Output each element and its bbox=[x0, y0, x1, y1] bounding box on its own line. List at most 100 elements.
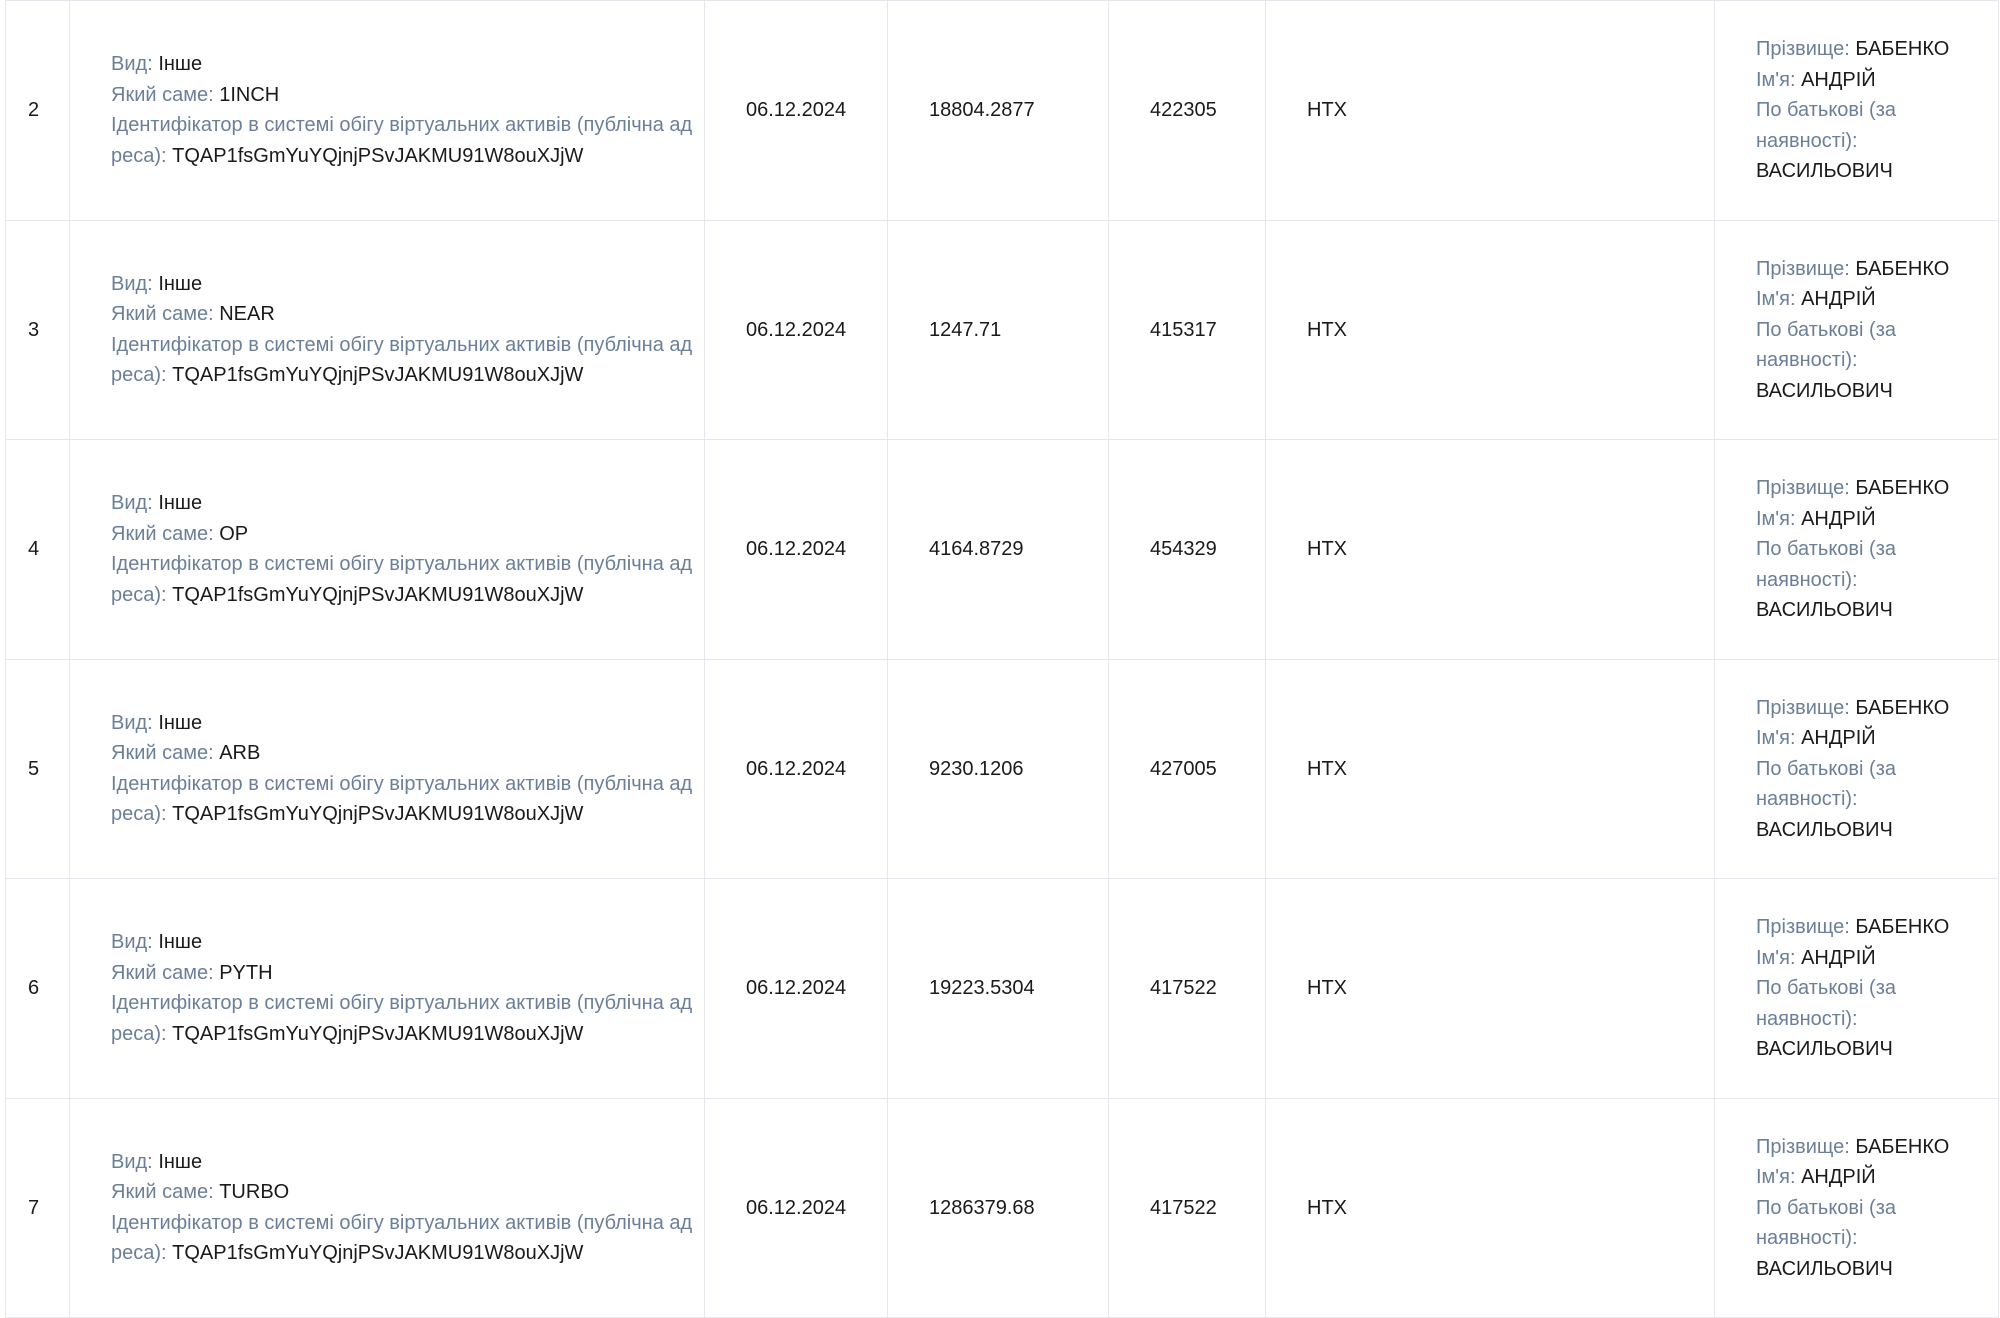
exchange-name: HTX bbox=[1265, 219, 1715, 440]
acquisition-date: 06.12.2024 bbox=[704, 878, 888, 1099]
kind-label: Вид: bbox=[111, 53, 153, 76]
asset-cost: 417522 bbox=[1108, 1097, 1266, 1318]
kind-label: Вид: bbox=[111, 272, 153, 295]
table-row: 7 Вид: Інше Який саме: TURBO Ідентифікат… bbox=[5, 1097, 1999, 1318]
row-number: 5 bbox=[5, 658, 70, 879]
acquisition-date: 06.12.2024 bbox=[704, 219, 888, 440]
asset-name: OP bbox=[219, 522, 249, 545]
acquisition-date: 06.12.2024 bbox=[704, 0, 888, 221]
asset-which-line: Який саме: ARB bbox=[111, 738, 694, 769]
name-label: Ім'я: bbox=[1756, 68, 1796, 91]
asset-amount: 1286379.68 bbox=[887, 1097, 1109, 1318]
name-value: АНДРІЙ bbox=[1801, 507, 1876, 530]
exchange-name: HTX bbox=[1265, 0, 1715, 221]
patronymic-value: ВАСИЛЬОВИЧ bbox=[1756, 379, 1893, 402]
surname-label: Прізвище: bbox=[1756, 916, 1850, 938]
surname-line: Прізвище: БАБЕНКО bbox=[1756, 693, 1978, 724]
acquisition-date: 06.12.2024 bbox=[704, 658, 888, 879]
surname-line: Прізвище: БАБЕНКО bbox=[1756, 912, 1978, 943]
asset-description-cell: Вид: Інше Який саме: ARB Ідентифікатор в… bbox=[69, 658, 705, 879]
name-label: Ім'я: bbox=[1756, 288, 1796, 310]
kind-label: Вид: bbox=[111, 492, 153, 515]
surname-line: Прізвище: БАБЕНКО bbox=[1756, 254, 1978, 285]
table-row: 5 Вид: Інше Який саме: ARB Ідентифікатор… bbox=[5, 658, 1999, 879]
asset-description-cell: Вид: Інше Який саме: 1INCH Ідентифікатор… bbox=[69, 0, 705, 221]
asset-description-cell: Вид: Інше Який саме: PYTH Ідентифікатор … bbox=[69, 878, 705, 1099]
surname-label: Прізвище: bbox=[1756, 1135, 1850, 1158]
kind-value: Інше bbox=[158, 272, 203, 295]
name-label: Ім'я: bbox=[1756, 946, 1796, 969]
surname-label: Прізвище: bbox=[1756, 477, 1850, 499]
public-address: TQAP1fsGmYuYQjnjPSvJAKMU91W8ouXJjW bbox=[172, 144, 584, 167]
patronymic-label: По батькові (за наявності): bbox=[1756, 99, 1896, 152]
asset-description-cell: Вид: Інше Який саме: OP Ідентифікатор в … bbox=[69, 439, 705, 660]
exchange-name: HTX bbox=[1265, 439, 1715, 660]
name-label: Ім'я: bbox=[1756, 1166, 1796, 1188]
which-label: Який саме: bbox=[111, 303, 214, 326]
name-value: АНДРІЙ bbox=[1801, 1166, 1876, 1188]
kind-label: Вид: bbox=[111, 711, 153, 734]
surname-label: Прізвище: bbox=[1756, 696, 1850, 719]
public-address: TQAP1fsGmYuYQjnjPSvJAKMU91W8ouXJjW bbox=[172, 583, 584, 606]
name-line: Ім'я: АНДРІЙ bbox=[1756, 504, 1978, 535]
patronymic-value: ВАСИЛЬОВИЧ bbox=[1756, 818, 1893, 841]
asset-address-line: Ідентифікатор в системі обігу віртуальни… bbox=[111, 330, 694, 391]
name-line: Ім'я: АНДРІЙ bbox=[1756, 723, 1978, 754]
owner-cell: Прізвище: БАБЕНКО Ім'я: АНДРІЙ По батько… bbox=[1714, 219, 1999, 440]
asset-address-line: Ідентифікатор в системі обігу віртуальни… bbox=[111, 110, 694, 171]
table-row: 2 Вид: Інше Який саме: 1INCH Ідентифікат… bbox=[5, 0, 1999, 221]
kind-value: Інше bbox=[158, 711, 203, 734]
patronymic-line: По батькові (за наявності): ВАСИЛЬОВИЧ bbox=[1756, 95, 1978, 187]
which-label: Який саме: bbox=[111, 961, 214, 984]
exchange-name: HTX bbox=[1265, 1097, 1715, 1318]
name-line: Ім'я: АНДРІЙ bbox=[1756, 943, 1978, 974]
asset-address-line: Ідентифікатор в системі обігу віртуальни… bbox=[111, 1208, 694, 1269]
name-value: АНДРІЙ bbox=[1801, 288, 1876, 310]
surname-value: БАБЕНКО bbox=[1855, 916, 1950, 938]
table-body: 2 Вид: Інше Який саме: 1INCH Ідентифікат… bbox=[5, 0, 1999, 1318]
name-value: АНДРІЙ bbox=[1801, 68, 1876, 91]
asset-description-cell: Вид: Інше Який саме: NEAR Ідентифікатор … bbox=[69, 219, 705, 440]
asset-address-line: Ідентифікатор в системі обігу віртуальни… bbox=[111, 549, 694, 610]
public-address: TQAP1fsGmYuYQjnjPSvJAKMU91W8ouXJjW bbox=[172, 803, 584, 826]
asset-amount: 1247.71 bbox=[887, 219, 1109, 440]
patronymic-value: ВАСИЛЬОВИЧ bbox=[1756, 1257, 1893, 1280]
surname-value: БАБЕНКО bbox=[1855, 1135, 1950, 1158]
asset-address-line: Ідентифікатор в системі обігу віртуальни… bbox=[111, 988, 694, 1049]
asset-kind-line: Вид: Інше bbox=[111, 488, 694, 519]
asset-cost: 422305 bbox=[1108, 0, 1266, 221]
owner-cell: Прізвище: БАБЕНКО Ім'я: АНДРІЙ По батько… bbox=[1714, 658, 1999, 879]
asset-cost: 427005 bbox=[1108, 658, 1266, 879]
kind-value: Інше bbox=[158, 1150, 203, 1173]
owner-cell: Прізвище: БАБЕНКО Ім'я: АНДРІЙ По батько… bbox=[1714, 878, 1999, 1099]
kind-label: Вид: bbox=[111, 1150, 153, 1173]
asset-amount: 9230.1206 bbox=[887, 658, 1109, 879]
patronymic-value: ВАСИЛЬОВИЧ bbox=[1756, 1038, 1893, 1060]
patronymic-value: ВАСИЛЬОВИЧ bbox=[1756, 160, 1893, 182]
acquisition-date: 06.12.2024 bbox=[704, 1097, 888, 1318]
table-row: 3 Вид: Інше Який саме: NEAR Ідентифікато… bbox=[5, 219, 1999, 440]
name-value: АНДРІЙ bbox=[1801, 946, 1876, 969]
exchange-name: HTX bbox=[1265, 658, 1715, 879]
asset-cost: 417522 bbox=[1108, 878, 1266, 1099]
table-row: 6 Вид: Інше Який саме: PYTH Ідентифікато… bbox=[5, 878, 1999, 1099]
public-address: TQAP1fsGmYuYQjnjPSvJAKMU91W8ouXJjW bbox=[172, 1022, 584, 1045]
asset-name: 1INCH bbox=[219, 83, 280, 106]
name-value: АНДРІЙ bbox=[1801, 727, 1876, 749]
table-row: 4 Вид: Інше Який саме: OP Ідентифікатор … bbox=[5, 439, 1999, 660]
which-label: Який саме: bbox=[111, 83, 214, 106]
name-line: Ім'я: АНДРІЙ bbox=[1756, 65, 1978, 96]
asset-name: TURBO bbox=[219, 1181, 290, 1204]
asset-which-line: Який саме: PYTH bbox=[111, 958, 694, 989]
surname-line: Прізвище: БАБЕНКО bbox=[1756, 1132, 1978, 1163]
virtual-assets-table: 2 Вид: Інше Який саме: 1INCH Ідентифікат… bbox=[5, 0, 1999, 1318]
surname-value: БАБЕНКО bbox=[1855, 38, 1950, 60]
row-number: 4 bbox=[5, 439, 70, 660]
kind-label: Вид: bbox=[111, 931, 153, 954]
name-label: Ім'я: bbox=[1756, 727, 1796, 749]
asset-name: NEAR bbox=[219, 303, 275, 326]
asset-name: ARB bbox=[219, 742, 261, 765]
patronymic-line: По батькові (за наявності): ВАСИЛЬОВИЧ bbox=[1756, 1193, 1978, 1285]
asset-amount: 18804.2877 bbox=[887, 0, 1109, 221]
exchange-name: HTX bbox=[1265, 878, 1715, 1099]
